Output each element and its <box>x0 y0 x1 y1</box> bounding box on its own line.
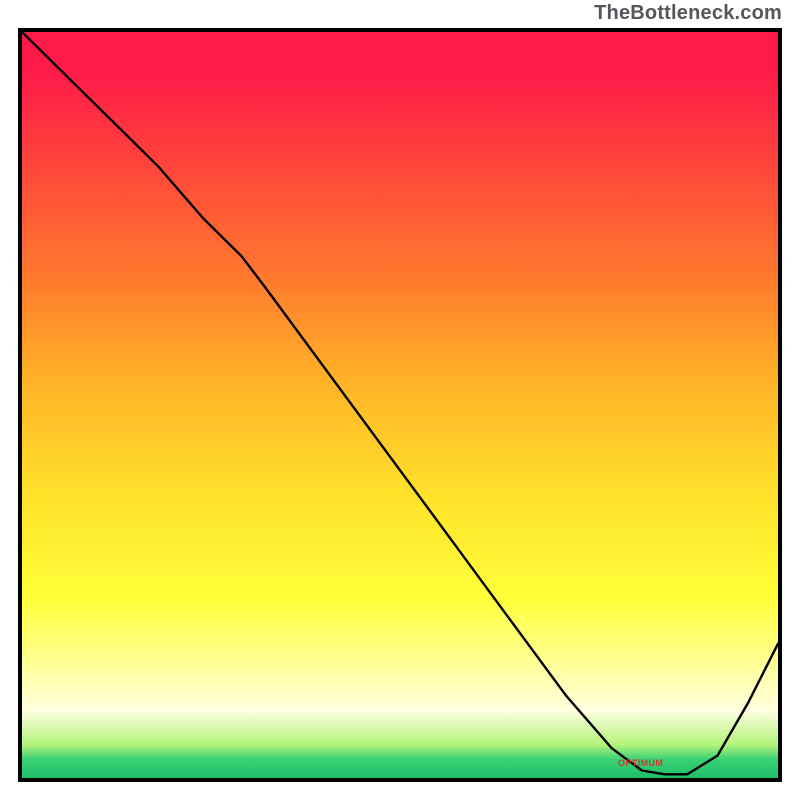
chart-container: TheBottleneck.com OPTIMUM <box>0 0 800 800</box>
plot-area: OPTIMUM <box>18 28 782 782</box>
attribution-text: TheBottleneck.com <box>594 2 782 25</box>
minimum-marker-label: OPTIMUM <box>618 758 663 768</box>
line-series <box>22 32 778 778</box>
